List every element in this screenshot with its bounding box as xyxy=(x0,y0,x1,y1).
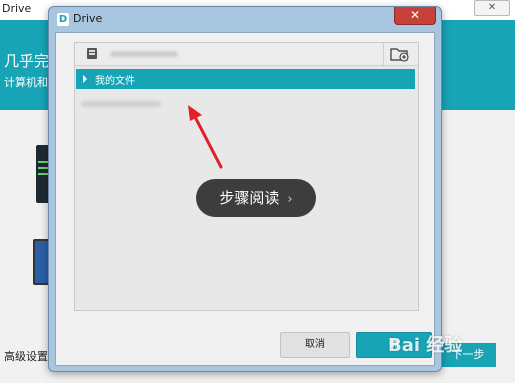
background-heading: 几乎完 xyxy=(4,52,50,70)
tree-item-label: 我的文件 xyxy=(95,76,135,87)
new-folder-icon[interactable] xyxy=(390,46,410,62)
advanced-settings-link[interactable]: 高级设置 xyxy=(4,348,48,364)
steps-reading-button[interactable]: 步骤阅读 › xyxy=(196,179,316,217)
drive-icon xyxy=(87,48,97,59)
tree-header xyxy=(75,43,418,66)
tree-item-my-files[interactable]: 我的文件 xyxy=(76,69,415,89)
red-pointer-arrow-icon xyxy=(188,105,223,169)
drive-logo-icon: D xyxy=(57,12,69,26)
dialog-title: D Drive xyxy=(57,12,102,26)
header-divider xyxy=(383,43,384,65)
cancel-button[interactable]: 取消 xyxy=(280,332,350,358)
background-close-button[interactable]: ✕ xyxy=(474,0,510,16)
background-title: Drive xyxy=(2,2,32,15)
dialog-close-button[interactable]: ✕ xyxy=(394,7,436,25)
blurred-tree-item xyxy=(81,101,161,107)
expand-arrow-icon[interactable] xyxy=(83,75,87,83)
dialog-body: 我的文件 步骤阅读 › 取消 确 xyxy=(55,32,435,366)
dialog-title-text: Drive xyxy=(73,12,103,25)
chevron-right-icon: › xyxy=(287,192,293,207)
folder-tree: 我的文件 xyxy=(74,42,419,311)
watermark-text: Bai 经验 xyxy=(388,335,463,356)
drive-dialog: D Drive ✕ 我的文件 步骤阅读 › 取消 确 xyxy=(48,6,442,372)
steps-reading-label: 步骤阅读 xyxy=(219,189,280,207)
background-subheading: 计算机和 xyxy=(4,76,48,89)
blurred-drive-label xyxy=(110,51,178,57)
baidu-watermark: Bai 经验 xyxy=(388,330,510,362)
